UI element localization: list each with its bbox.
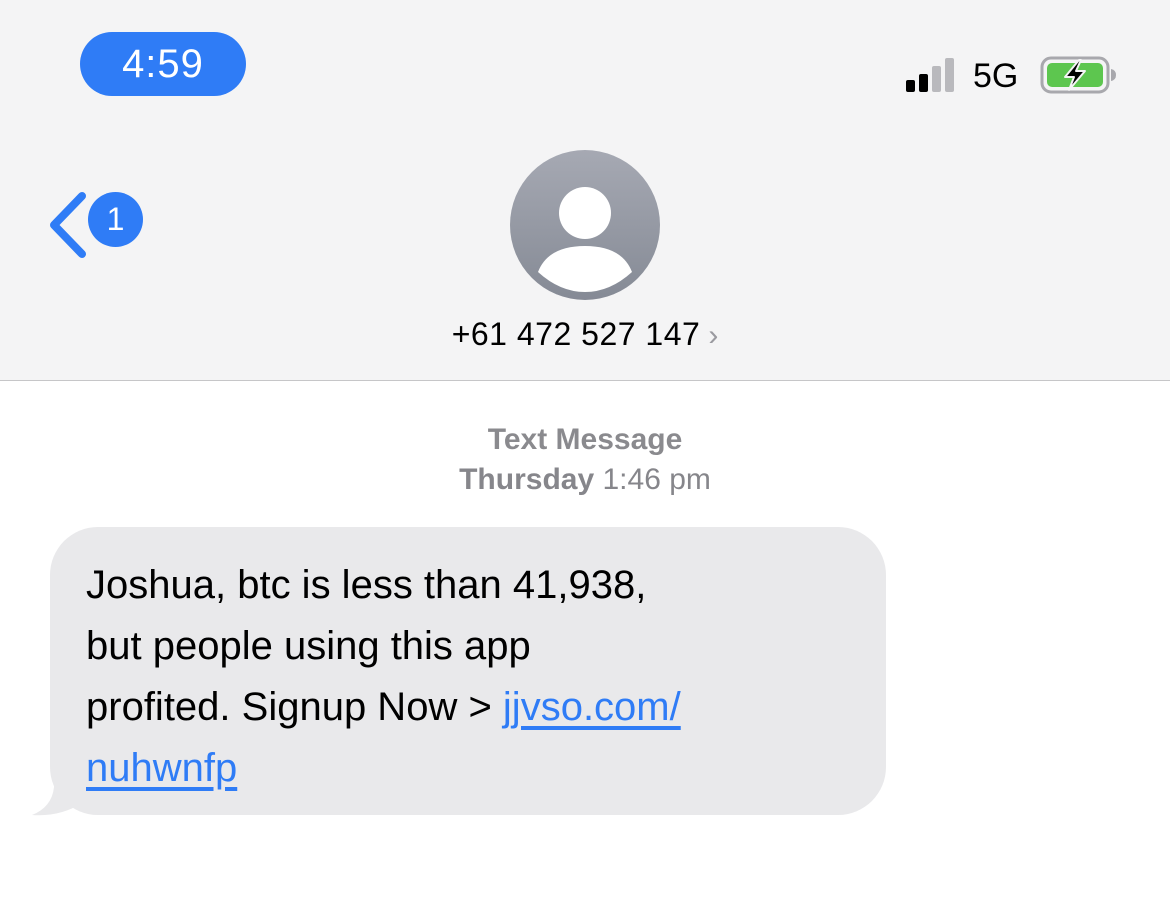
cellular-signal-icon xyxy=(906,56,958,92)
thread-date-time: Thursday 1:46 pm xyxy=(0,460,1170,500)
network-type: 5G xyxy=(973,57,1019,95)
battery-charging-icon xyxy=(1040,56,1118,94)
status-time[interactable]: 4:59 xyxy=(80,32,246,96)
thread-day: Thursday xyxy=(459,463,595,496)
back-button[interactable]: 1 xyxy=(44,190,154,262)
message-line: profited. Signup Now > jjvso.com/ xyxy=(86,677,850,738)
message-line: but people using this app xyxy=(86,624,531,668)
message-line: Joshua, btc is less than 41,938, xyxy=(86,563,647,607)
contact-info-link[interactable]: +61 472 527 147 › xyxy=(0,312,1170,360)
incoming-message[interactable]: Joshua, btc is less than 41,938, but peo… xyxy=(30,527,890,817)
person-placeholder-icon xyxy=(538,187,632,292)
thread-time: 1:46 pm xyxy=(602,463,711,496)
thread-type-label: Text Message xyxy=(487,423,683,456)
chevron-right-icon: › xyxy=(708,319,719,352)
thread-timestamp: Text Message Thursday 1:46 pm xyxy=(0,420,1170,500)
message-bubble[interactable]: Joshua, btc is less than 41,938, but peo… xyxy=(50,527,886,815)
message-line: nuhwnfp xyxy=(86,738,850,799)
chevron-left-icon xyxy=(50,192,86,258)
message-link[interactable]: jjvso.com/ xyxy=(503,685,681,729)
contact-avatar[interactable] xyxy=(510,150,660,300)
message-link-continued[interactable]: nuhwnfp xyxy=(86,746,237,790)
contact-phone-number: +61 472 527 147 xyxy=(451,316,701,352)
conversation-header: 4:59 5G 1 +61 472 527 147 › xyxy=(0,0,1170,381)
unread-count-badge: 1 xyxy=(88,192,143,247)
message-text: profited. Signup Now > xyxy=(86,685,503,729)
